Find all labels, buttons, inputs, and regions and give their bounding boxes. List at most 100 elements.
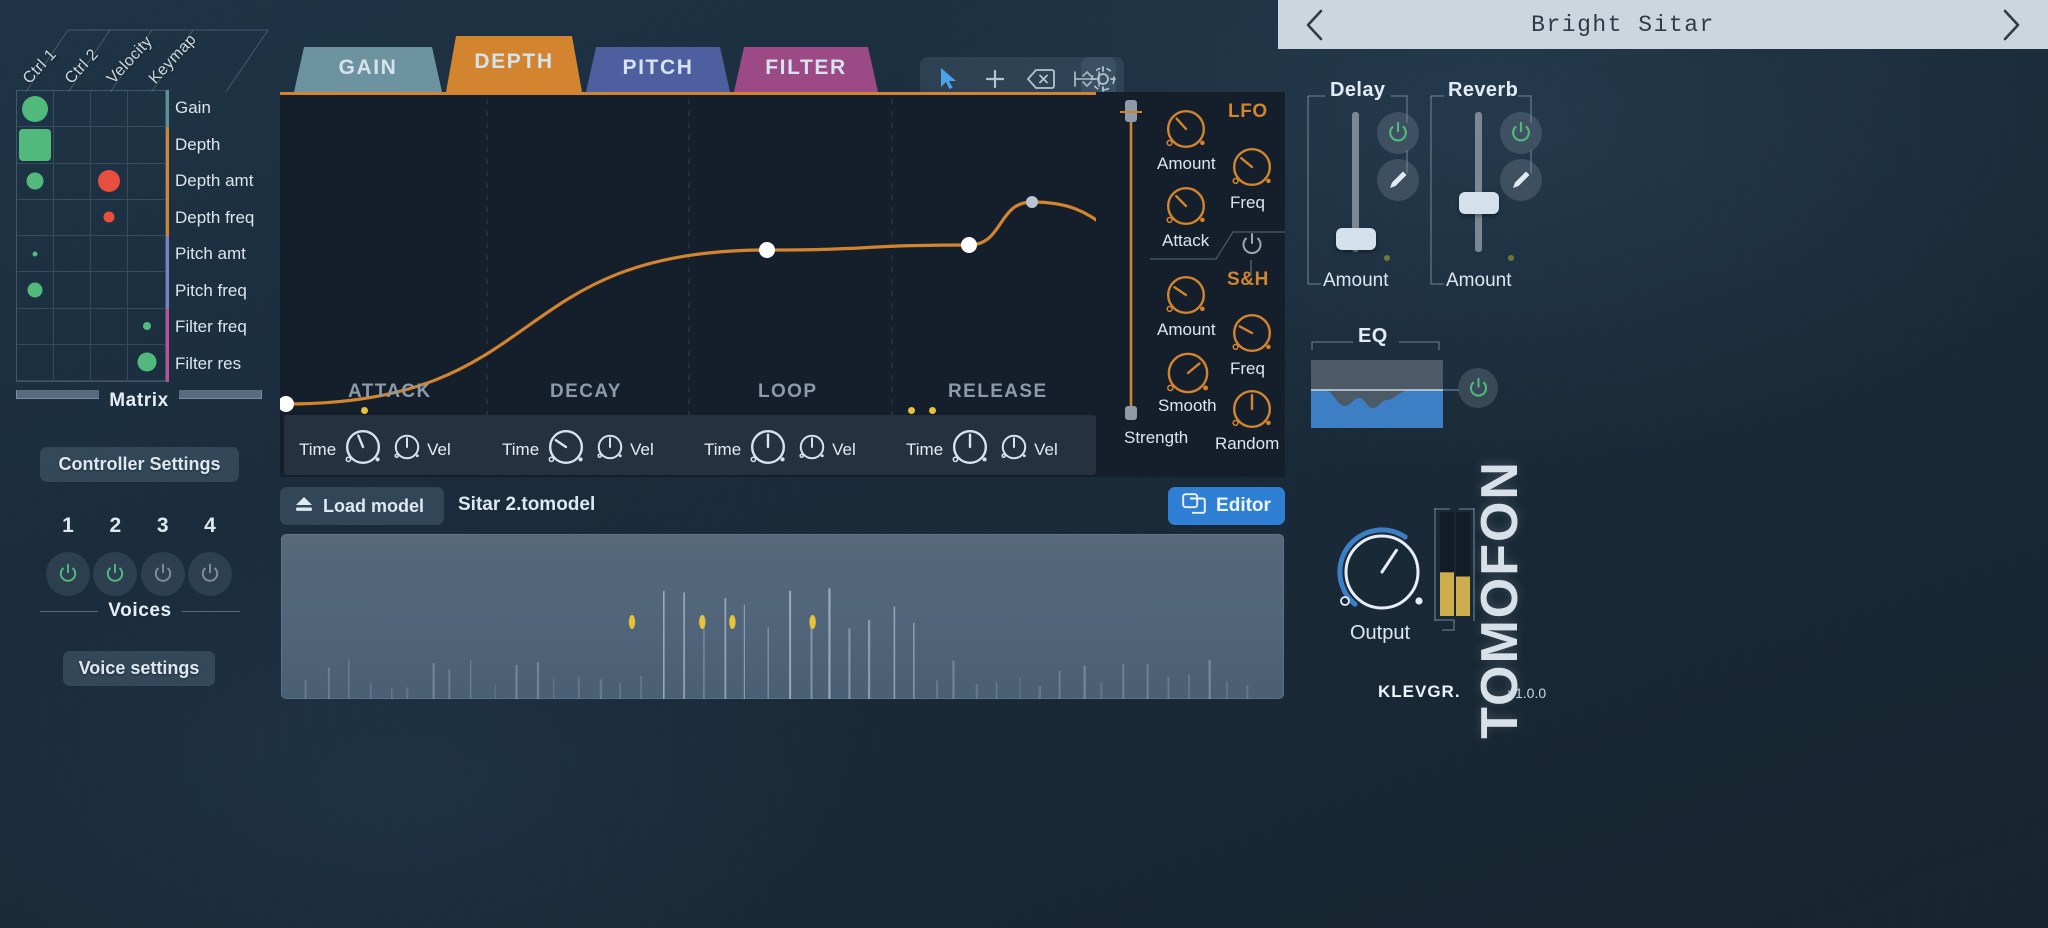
- matrix-cell[interactable]: [91, 345, 128, 381]
- segment-time-knob[interactable]: [542, 423, 590, 476]
- voice-power-button-1[interactable]: [46, 552, 90, 596]
- voice-power-button-3[interactable]: [141, 552, 185, 596]
- matrix-row-depth-amt[interactable]: Depth amt: [166, 163, 276, 200]
- matrix-cell[interactable]: [91, 272, 128, 308]
- matrix-cell[interactable]: [128, 91, 165, 127]
- matrix-row-filter-freq[interactable]: Filter freq: [166, 309, 276, 346]
- matrix-grid[interactable]: [16, 90, 166, 382]
- waveform-marker-1[interactable]: [699, 615, 705, 629]
- matrix-cell[interactable]: [128, 236, 165, 272]
- matrix-cell[interactable]: [128, 272, 165, 308]
- matrix-cell[interactable]: [91, 127, 128, 163]
- matrix-cell[interactable]: [128, 345, 165, 381]
- sh-smooth-knob[interactable]: [1159, 344, 1217, 407]
- matrix-amount-dot[interactable]: [22, 96, 48, 122]
- matrix-cell[interactable]: [91, 91, 128, 127]
- controller-settings-button[interactable]: Controller Settings: [40, 447, 239, 482]
- pointer-tool[interactable]: [930, 62, 968, 96]
- matrix-amount-dot[interactable]: [28, 282, 43, 297]
- sh-amount-knob[interactable]: [1159, 268, 1213, 327]
- matrix-row-filter-res[interactable]: Filter res: [166, 346, 276, 383]
- matrix-row-pitch-freq[interactable]: Pitch freq: [166, 273, 276, 310]
- loop-marker-3[interactable]: [929, 407, 936, 414]
- section-tabs[interactable]: GAINDEPTHPITCHFILTER: [294, 36, 882, 92]
- segment-controls-release[interactable]: TimeVel: [906, 423, 1058, 476]
- matrix-cell[interactable]: [17, 309, 54, 345]
- matrix-cell[interactable]: [17, 236, 54, 272]
- segment-time-knob[interactable]: [946, 423, 994, 476]
- reverb-slider-track[interactable]: [1475, 112, 1482, 252]
- matrix-row-depth[interactable]: Depth: [166, 127, 276, 164]
- voice-power-button-4[interactable]: [188, 552, 232, 596]
- tab-depth[interactable]: DEPTH: [446, 36, 582, 92]
- matrix-cell[interactable]: [54, 309, 91, 345]
- tab-pitch[interactable]: PITCH: [586, 47, 730, 92]
- envelope-point-0[interactable]: [280, 396, 294, 412]
- matrix-cell[interactable]: [54, 272, 91, 308]
- delete-point-tool[interactable]: [1022, 62, 1060, 96]
- matrix-amount-dot[interactable]: [137, 353, 156, 372]
- matrix-cell[interactable]: [17, 200, 54, 236]
- eq-power-button[interactable]: [1458, 368, 1498, 408]
- voice-power-buttons[interactable]: [46, 552, 232, 596]
- envelope-point-3[interactable]: [1026, 196, 1038, 208]
- matrix-row-depth-freq[interactable]: Depth freq: [166, 200, 276, 237]
- matrix-amount-dot[interactable]: [104, 212, 115, 223]
- matrix-cell[interactable]: [91, 164, 128, 200]
- segment-time-knob[interactable]: [744, 423, 792, 476]
- tab-gain[interactable]: GAIN: [294, 47, 442, 92]
- segment-vel-knob[interactable]: [390, 430, 424, 469]
- tab-filter[interactable]: FILTER: [734, 47, 878, 92]
- preset-next-button[interactable]: [1998, 8, 2024, 42]
- matrix-cell[interactable]: [54, 91, 91, 127]
- envelope-segment-controls[interactable]: TimeVelTimeVelTimeVelTimeVel: [284, 415, 1096, 475]
- modulation-panel[interactable]: Strength LFO S&H Amount Freq Attack Amou…: [1096, 92, 1285, 477]
- voice-power-button-2[interactable]: [93, 552, 137, 596]
- reverb-slider-thumb[interactable]: [1459, 192, 1499, 214]
- matrix-cell[interactable]: [128, 200, 165, 236]
- matrix-cell[interactable]: [17, 127, 54, 163]
- sh-freq-knob[interactable]: [1225, 306, 1279, 365]
- lfo-amount-knob[interactable]: [1159, 102, 1213, 161]
- envelope-point-2[interactable]: [961, 237, 977, 253]
- loop-marker-1[interactable]: [361, 407, 368, 414]
- waveform-display[interactable]: [281, 534, 1284, 699]
- matrix-cell[interactable]: [128, 127, 165, 163]
- segment-vel-knob[interactable]: [997, 430, 1031, 469]
- preset-name[interactable]: Bright Sitar: [1328, 12, 1998, 38]
- reverb-power-button[interactable]: [1500, 112, 1542, 154]
- envelope-point-1[interactable]: [759, 242, 775, 258]
- matrix-cell[interactable]: [54, 200, 91, 236]
- matrix-cell[interactable]: [54, 345, 91, 381]
- sh-random-knob[interactable]: [1225, 382, 1279, 441]
- matrix-cell[interactable]: [54, 236, 91, 272]
- delay-slider-thumb[interactable]: [1336, 228, 1376, 250]
- lfo-freq-knob[interactable]: [1225, 140, 1279, 199]
- matrix-amount-dot[interactable]: [19, 129, 51, 161]
- matrix-cell[interactable]: [54, 164, 91, 200]
- matrix-cell[interactable]: [91, 200, 128, 236]
- matrix-cell[interactable]: [128, 309, 165, 345]
- matrix-cell[interactable]: [17, 272, 54, 308]
- delay-edit-button[interactable]: [1377, 159, 1419, 201]
- load-model-button[interactable]: Load model: [280, 487, 444, 525]
- lfo-attack-knob[interactable]: [1159, 179, 1213, 238]
- reverb-edit-button[interactable]: [1500, 159, 1542, 201]
- matrix-amount-dot[interactable]: [143, 322, 151, 330]
- sh-power-button[interactable]: [1239, 232, 1265, 263]
- matrix-amount-dot[interactable]: [27, 173, 44, 190]
- matrix-cell[interactable]: [17, 91, 54, 127]
- voice-settings-button[interactable]: Voice settings: [63, 651, 215, 686]
- preset-navigator[interactable]: Bright Sitar: [1278, 0, 2048, 49]
- segment-controls-attack[interactable]: TimeVel: [299, 423, 451, 476]
- matrix-cell[interactable]: [91, 236, 128, 272]
- waveform-marker-3[interactable]: [809, 615, 815, 629]
- matrix-row-gain[interactable]: Gain: [166, 90, 276, 127]
- waveform-marker-2[interactable]: [729, 615, 735, 629]
- matrix-cell[interactable]: [91, 309, 128, 345]
- waveform-marker-0[interactable]: [629, 615, 635, 629]
- output-knob[interactable]: [1332, 522, 1432, 622]
- add-point-tool[interactable]: [976, 62, 1014, 96]
- matrix-cell[interactable]: [17, 164, 54, 200]
- segment-vel-knob[interactable]: [593, 430, 627, 469]
